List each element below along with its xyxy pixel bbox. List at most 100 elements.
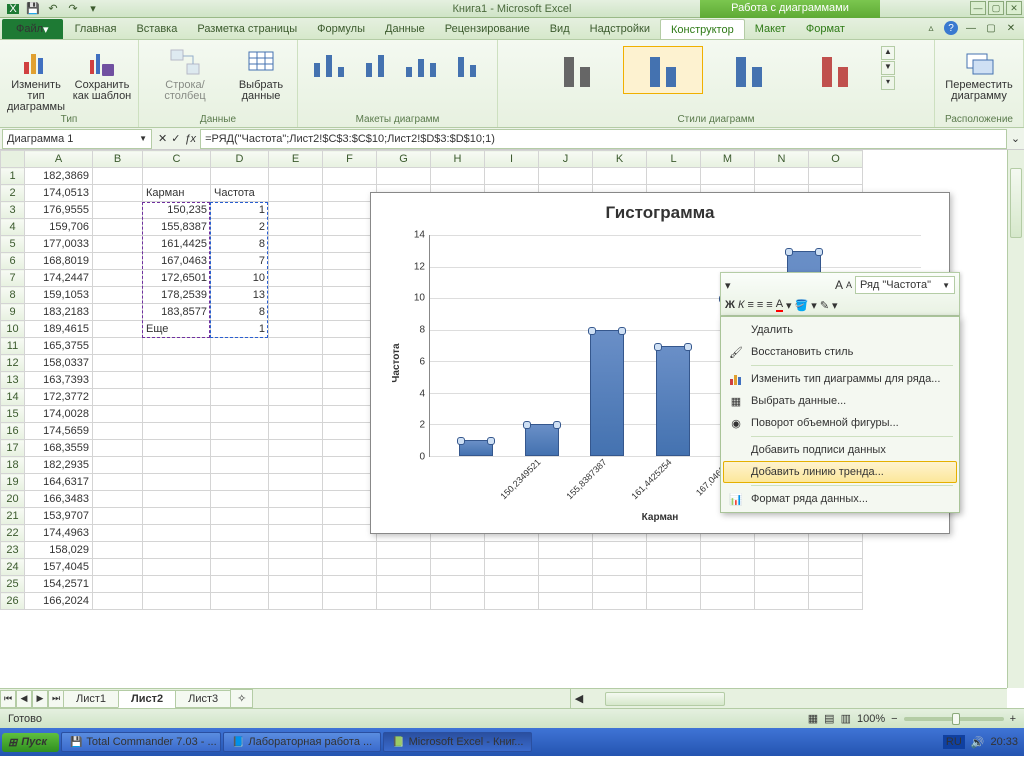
menu-delete[interactable]: Удалить: [723, 319, 957, 341]
change-chart-type-icon: [20, 46, 52, 78]
redo-icon[interactable]: ↷: [64, 1, 82, 17]
tray-volume-icon[interactable]: 🔊: [971, 736, 985, 749]
chart-layout-3[interactable]: [399, 46, 443, 84]
zoom-out-icon[interactable]: −: [891, 713, 897, 725]
y-axis-label[interactable]: Частота: [391, 343, 402, 382]
save-template-icon: [86, 46, 118, 78]
minimize-icon[interactable]: —: [970, 1, 986, 15]
zoom-in-icon[interactable]: +: [1010, 713, 1016, 725]
formula-input[interactable]: =РЯД("Частота";Лист2!$C$3:$C$10;Лист2!$D…: [200, 129, 1007, 149]
taskbar-total-commander[interactable]: 💾 Total Commander 7.03 - ...: [61, 732, 221, 752]
sheet-nav-next-icon[interactable]: ▶: [32, 690, 48, 708]
undo-icon[interactable]: ↶: [44, 1, 62, 17]
doc-minimize-icon[interactable]: —: [964, 21, 978, 35]
chart-style-2[interactable]: [623, 46, 703, 94]
tab-review[interactable]: Рецензирование: [435, 19, 540, 39]
vertical-scrollbar[interactable]: [1007, 150, 1024, 688]
font-color-icon[interactable]: A: [776, 298, 783, 312]
taskbar-excel[interactable]: 📗 Microsoft Excel - Книг...: [383, 732, 532, 752]
maximize-icon[interactable]: ▢: [988, 1, 1004, 15]
view-normal-icon[interactable]: ▦: [808, 712, 818, 725]
doc-close-icon[interactable]: ✕: [1004, 21, 1018, 35]
view-page-layout-icon[interactable]: ▤: [824, 712, 834, 725]
mini-font-dec-icon[interactable]: ▾: [725, 279, 731, 292]
tab-data[interactable]: Данные: [375, 19, 435, 39]
sheet-nav-last-icon[interactable]: ⏭: [48, 690, 64, 708]
close-icon[interactable]: ✕: [1006, 1, 1022, 15]
sheet-tab-new[interactable]: ✧: [230, 689, 253, 708]
fill-color-icon[interactable]: 🪣: [795, 299, 809, 312]
sheet-tab-1[interactable]: Лист1: [63, 690, 119, 708]
sheet-tab-2[interactable]: Лист2: [118, 690, 176, 708]
series-selector[interactable]: Ряд "Частота" ▼: [855, 276, 955, 294]
tab-layout[interactable]: Макет: [745, 19, 796, 39]
fx-icon[interactable]: ƒx: [184, 133, 196, 145]
worksheet-area: ABCDEFGHIJKLMNO1182,38692174,0513КарманЧ…: [0, 150, 1024, 708]
switch-row-col-button[interactable]: Строка/столбец: [145, 46, 225, 102]
tab-addins[interactable]: Надстройки: [580, 19, 660, 39]
tab-file[interactable]: Файл ▾: [2, 19, 63, 39]
ribbon-minimize-icon[interactable]: ▵: [924, 21, 938, 35]
menu-rotate-3d[interactable]: ◉Поворот объемной фигуры...: [723, 412, 957, 434]
bold-icon[interactable]: Ж: [725, 299, 735, 311]
change-chart-type-button[interactable]: Изменить тип диаграммы: [6, 46, 66, 113]
tab-design[interactable]: Конструктор: [660, 19, 745, 39]
x-axis-label[interactable]: Карман: [642, 512, 679, 523]
chart-layout-2[interactable]: [353, 46, 397, 84]
menu-add-trendline[interactable]: Добавить линию тренда...: [723, 461, 957, 483]
chart-style-3[interactable]: [709, 46, 789, 94]
view-page-break-icon[interactable]: ▥: [841, 712, 851, 725]
chart-style-4[interactable]: [795, 46, 875, 94]
menu-change-type[interactable]: Изменить тип диаграммы для ряда...: [723, 368, 957, 390]
menu-add-labels[interactable]: Добавить подписи данных: [723, 439, 957, 461]
zoom-level[interactable]: 100%: [857, 713, 885, 725]
cancel-formula-icon[interactable]: ✕: [158, 132, 167, 145]
move-chart-button[interactable]: Переместить диаграмму: [941, 46, 1017, 102]
align-center-icon[interactable]: ≡: [757, 299, 763, 311]
menu-select-data[interactable]: ▦Выбрать данные...: [723, 390, 957, 412]
zoom-slider[interactable]: [904, 717, 1004, 721]
windows-logo-icon: ⊞: [8, 736, 17, 749]
italic-icon[interactable]: К: [738, 299, 744, 311]
tab-insert[interactable]: Вставка: [126, 19, 187, 39]
styles-more-icon[interactable]: ▾: [881, 76, 895, 90]
styles-up-icon[interactable]: ▲: [881, 46, 895, 60]
outline-icon[interactable]: ✎: [820, 299, 829, 312]
save-icon[interactable]: 💾: [24, 1, 42, 17]
start-button[interactable]: ⊞Пуск: [2, 733, 59, 752]
select-data-button[interactable]: Выбрать данные: [231, 46, 291, 102]
mini-toolbar: ▾ A A Ряд "Частота" ▼ Ж К ≡ ≡ ≡ A ▾ 🪣▾ ✎…: [720, 272, 960, 316]
formula-bar: Диаграмма 1▼ ✕ ✓ ƒx =РЯД("Частота";Лист2!$…: [0, 128, 1024, 150]
align-left-icon[interactable]: ≡: [747, 299, 753, 311]
styles-down-icon[interactable]: ▼: [881, 61, 895, 75]
tray-lang[interactable]: RU: [943, 735, 965, 749]
sheet-nav-first-icon[interactable]: ⏮: [0, 690, 16, 708]
doc-restore-icon[interactable]: ▢: [984, 21, 998, 35]
save-template-button[interactable]: Сохранить как шаблон: [72, 46, 132, 102]
qat-dropdown-icon[interactable]: ▾: [84, 1, 102, 17]
chart-title[interactable]: Гистограмма: [379, 203, 941, 223]
sheet-tab-3[interactable]: Лист3: [175, 690, 231, 708]
chart-layout-4[interactable]: [445, 46, 489, 84]
menu-format-series[interactable]: 📊Формат ряда данных...: [723, 488, 957, 510]
menu-reset-style[interactable]: 🖌Восстановить стиль: [723, 341, 957, 363]
tray-clock[interactable]: 20:33: [990, 736, 1018, 748]
tab-view[interactable]: Вид: [540, 19, 580, 39]
taskbar-word[interactable]: 📘 Лабораторная работа ...: [223, 732, 381, 752]
chart-style-1[interactable]: [537, 46, 617, 94]
help-icon[interactable]: ?: [944, 21, 958, 35]
tab-format[interactable]: Формат: [796, 19, 855, 39]
sheet-nav-prev-icon[interactable]: ◀: [16, 690, 32, 708]
enter-formula-icon[interactable]: ✓: [171, 132, 180, 145]
mini-font-size-dec-icon[interactable]: A: [846, 280, 852, 290]
name-box[interactable]: Диаграмма 1▼: [2, 129, 152, 149]
tab-home[interactable]: Главная: [65, 19, 127, 39]
tab-page-layout[interactable]: Разметка страницы: [187, 19, 307, 39]
formula-expand-icon[interactable]: ⌄: [1007, 132, 1024, 145]
tab-formulas[interactable]: Формулы: [307, 19, 375, 39]
horizontal-scrollbar[interactable]: ◀: [570, 688, 990, 708]
mini-font-size-inc-icon[interactable]: A: [835, 278, 843, 292]
chart-layout-1[interactable]: [307, 46, 351, 84]
namebox-dropdown-icon[interactable]: ▼: [139, 134, 147, 143]
align-right-icon[interactable]: ≡: [766, 299, 772, 311]
